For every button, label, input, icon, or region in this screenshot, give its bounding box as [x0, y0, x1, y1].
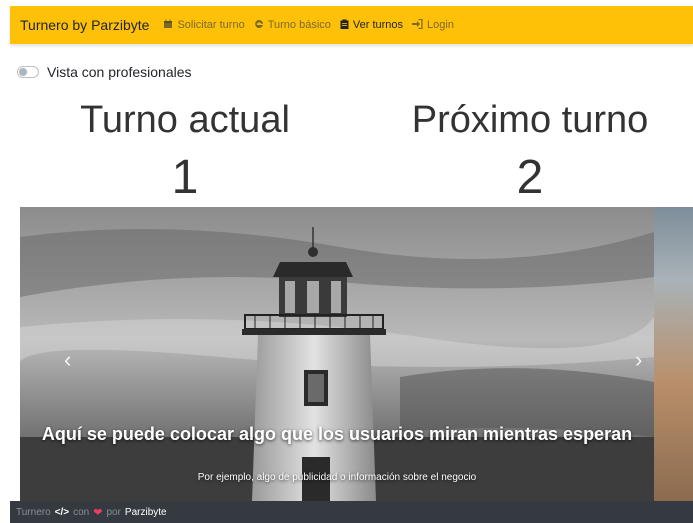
next-turn-title: Próximo turno [411, 99, 649, 141]
carousel-next-button[interactable]: › [635, 347, 642, 373]
carousel-prev-button[interactable]: ‹ [64, 347, 71, 373]
nav-link-login[interactable]: Login [412, 18, 454, 32]
professionals-view-toggle-row: Vista con profesionales [17, 64, 192, 80]
footer-by: por [106, 506, 121, 518]
footer-prefix: Turnero [16, 506, 51, 518]
footer: Turnero </> con ❤ por Parzibyte [10, 501, 693, 523]
switch-knob [19, 68, 27, 76]
next-turn: Próximo turno 2 [405, 98, 655, 206]
next-slide-preview [654, 207, 693, 501]
nav-link-ver-turnos[interactable]: Ver turnos [340, 19, 403, 32]
current-turn-number: 1 [171, 151, 199, 204]
nav-link-label: Ver turnos [352, 19, 404, 31]
footer-brand-link[interactable]: Parzibyte [125, 507, 167, 518]
current-turn-title: Turno actual [80, 99, 290, 141]
footer-middle: con [73, 506, 90, 518]
nav-link-label: Login [427, 19, 454, 31]
calendar-icon [163, 19, 173, 32]
nav-link-solicitar-turno[interactable]: Solicitar turno [163, 19, 245, 32]
heart-icon: ❤ [93, 506, 103, 519]
nav-link-label: Turno básico [267, 19, 331, 31]
sign-in-icon [412, 18, 423, 32]
nav-link-label: Solicitar turno [177, 19, 245, 31]
current-turn: Turno actual 1 [60, 98, 310, 206]
carousel: ‹ › [20, 207, 693, 501]
lighthouse-slide-image [20, 207, 654, 501]
nav-link-turno-basico[interactable]: Turno básico [254, 19, 331, 32]
carousel-caption-title: Aquí se puede colocar algo que los usuar… [41, 424, 633, 444]
professionals-view-switch[interactable] [17, 66, 39, 78]
next-turn-number: 2 [516, 151, 544, 204]
code-icon: </> [54, 506, 70, 518]
carousel-caption-text: Por ejemplo, algo de publicidad o inform… [197, 472, 477, 483]
navbar-brand[interactable]: Turnero by Parzibyte [20, 17, 149, 33]
clipboard-icon [340, 19, 349, 32]
edge-icon [254, 19, 264, 32]
professionals-view-label[interactable]: Vista con profesionales [47, 64, 192, 80]
navbar: Turnero by Parzibyte Solicitar turno Tur… [10, 6, 693, 44]
